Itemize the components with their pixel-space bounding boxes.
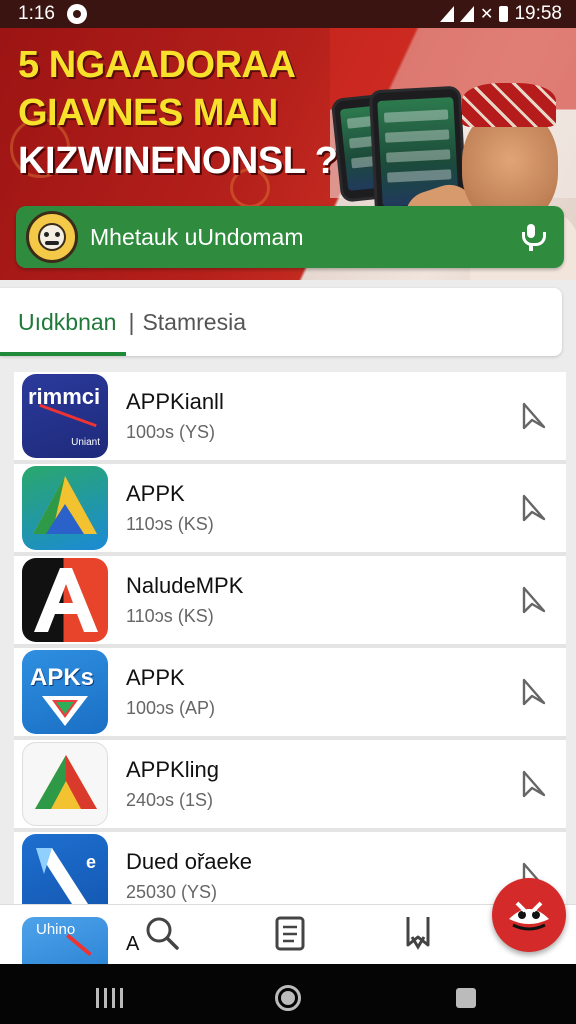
banner-headline-2: GIAVNES MAN [18,92,278,134]
mic-icon[interactable] [516,222,546,252]
back-button[interactable] [456,988,476,1008]
bottom-nav: Uhino A [0,904,576,965]
app-icon: Uhino [22,917,108,965]
home-button[interactable] [275,985,301,1011]
app-meta: 25030 (YS) [126,881,218,902]
download-nav-icon[interactable] [398,913,438,953]
network-off-icon: ✕ [480,6,494,23]
app-icon: APKs [22,650,108,734]
app-icon: e [22,834,108,912]
mascot-fab-button[interactable] [492,878,566,952]
list-item[interactable]: rimmci Uniant APPKianll 100ɔs (YS) [14,372,566,460]
download-icon[interactable] [518,769,548,799]
app-meta: 100ɔs (YS) [126,421,216,442]
banner-headline-1: 5 NGAADORAA [18,44,296,86]
list-item[interactable]: APKs APPK 100ɔs (AP) [14,648,566,736]
tab-indicator [0,352,126,356]
recents-button[interactable] [96,988,123,1008]
app-list: rimmci Uniant APPKianll 100ɔs (YS) APPK … [14,372,566,912]
search-input[interactable]: Mhetauk uUndomam [90,224,516,251]
list-item[interactable]: APPKling 240ɔs (1S) [14,740,566,828]
app-name: Dued ořaeke [126,849,252,875]
app-icon [22,558,108,642]
app-icon [22,742,108,826]
signal-icon-2 [460,6,475,22]
tab-separator: | [128,308,135,335]
app-meta: 110ɔs (KS) [126,513,214,534]
system-nav-bar [0,964,576,1024]
list-icon[interactable] [270,913,310,953]
app-screen: 1:16 ✕ 19:58 5 NGAADORAA GIAVNES MAN KIZ… [0,0,576,1024]
battery-icon [499,6,509,22]
tab-active[interactable]: Uıdkbnan [18,309,116,336]
app-name: APPKianll [126,389,224,415]
app-name: APPK [126,665,185,691]
app-name: APPK [126,481,185,507]
partial-label: A [126,933,140,955]
download-icon[interactable] [518,585,548,615]
tab-other[interactable]: Stamresia [142,309,246,336]
search-bar[interactable]: Mhetauk uUndomam [16,206,564,268]
banner-headline-3: KIZWINENONSL ? [18,140,338,182]
list-item[interactable]: NaludeMPK 110ɔs (KS) [14,556,566,644]
tab-bar: Uıdkbnan | Stamresia [0,288,562,356]
signal-icon [440,6,455,22]
list-item[interactable]: APPK 110ɔs (KS) [14,464,566,552]
status-time: 1:16 [18,3,55,24]
notification-icon [66,4,87,24]
mascot-icon [509,901,549,931]
app-meta: 240ɔs (1S) [126,789,214,810]
app-icon [22,466,108,550]
download-icon[interactable] [518,493,548,523]
status-clock: 19:58 [514,3,562,24]
app-name: NaludeMPK [126,573,244,599]
app-icon: rimmci Uniant [22,374,108,458]
headwear-image [462,83,556,127]
list-item[interactable]: e Dued ořaeke 25030 (YS) [14,832,566,912]
app-meta: 110ɔs (KS) [126,605,214,626]
download-icon[interactable] [518,401,548,431]
mascot-logo-icon [26,211,78,263]
app-name: APPKling [126,757,219,783]
download-icon[interactable] [518,677,548,707]
search-icon[interactable] [142,913,182,953]
status-bar: 1:16 ✕ 19:58 [0,0,576,28]
app-meta: 100ɔs (AP) [126,697,216,718]
